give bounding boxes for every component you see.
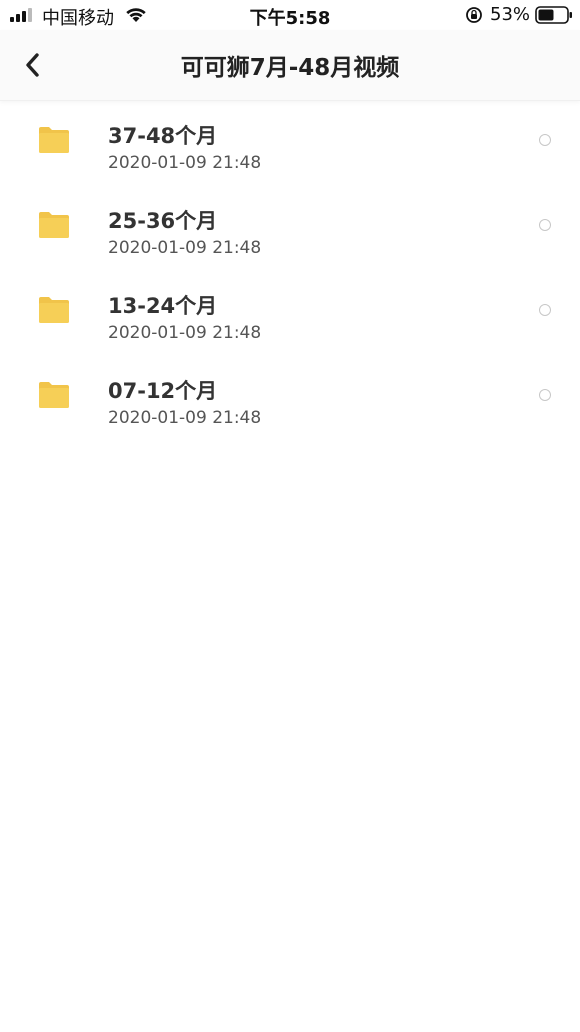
rotation-lock-icon: [466, 7, 482, 23]
folder-icon: [39, 297, 69, 323]
folder-item[interactable]: 37-48个月 2020-01-09 21:48: [0, 100, 580, 185]
folder-date: 2020-01-09 21:48: [108, 323, 262, 343]
folder-name: 13-24个月: [108, 294, 218, 318]
folder-name: 25-36个月: [108, 209, 218, 233]
back-button[interactable]: [14, 47, 50, 83]
select-radio[interactable]: [539, 219, 551, 231]
folder-name: 37-48个月: [108, 124, 218, 148]
folder-icon: [39, 382, 69, 408]
folder-icon: [39, 212, 69, 238]
select-radio[interactable]: [539, 389, 551, 401]
folder-item[interactable]: 07-12个月 2020-01-09 21:48: [0, 355, 580, 440]
screen: 中国移动 下午5:58 53% 可可狮7月-48月视频 37-48个月 2020…: [0, 0, 580, 1032]
folder-item[interactable]: 25-36个月 2020-01-09 21:48: [0, 185, 580, 270]
folder-item[interactable]: 13-24个月 2020-01-09 21:48: [0, 270, 580, 355]
battery-percent: 53%: [490, 4, 531, 25]
folder-name: 07-12个月: [108, 379, 218, 403]
folder-date: 2020-01-09 21:48: [108, 408, 262, 428]
battery-icon: [535, 6, 572, 24]
folder-date: 2020-01-09 21:48: [108, 153, 262, 173]
folder-date: 2020-01-09 21:48: [108, 238, 262, 258]
select-radio[interactable]: [539, 304, 551, 316]
status-bar: 中国移动 下午5:58 53%: [0, 0, 580, 30]
select-radio[interactable]: [539, 134, 551, 146]
page-title: 可可狮7月-48月视频: [180, 55, 400, 81]
folder-icon: [39, 127, 69, 153]
folder-list: 37-48个月 2020-01-09 21:48 25-36个月 2020-01…: [0, 100, 580, 440]
nav-bar: 可可狮7月-48月视频: [0, 30, 580, 101]
chevron-left-icon: [26, 53, 39, 77]
